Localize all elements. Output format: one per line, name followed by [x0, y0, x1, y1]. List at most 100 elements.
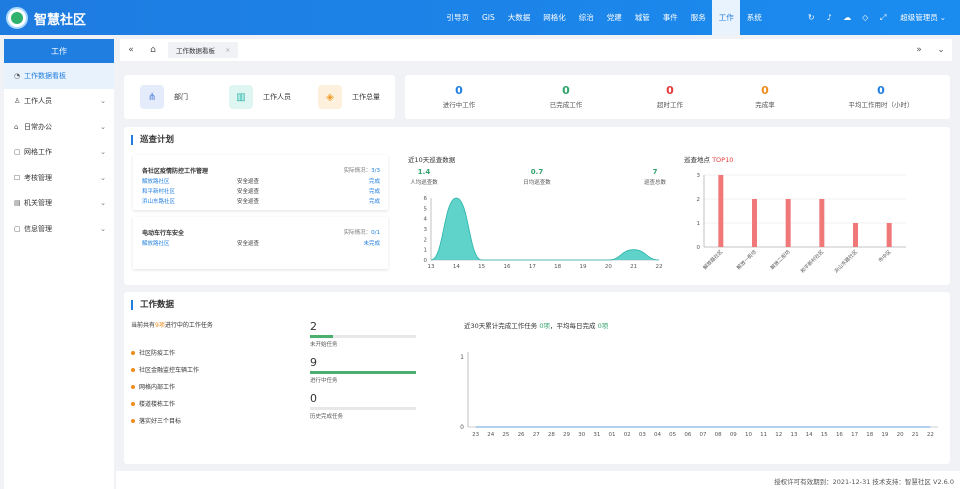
close-icon[interactable]: ×: [225, 46, 230, 54]
patrol-place-link[interactable]: 解放路社区: [142, 239, 170, 247]
footer-text: 授权许可有效期到：2021-12-31 技术支持：智慧社区 V2.6.0: [774, 478, 954, 486]
fullscreen-icon[interactable]: ⤢: [874, 0, 892, 35]
nav-item[interactable]: 事件: [656, 0, 684, 35]
bar[interactable]: [718, 175, 724, 247]
nav-item[interactable]: 系统: [740, 0, 768, 35]
patrol-actual: 实际情况：0/1: [343, 230, 380, 236]
y-tick-label: 6: [424, 196, 428, 202]
sidebar-item-label: 信息管理: [24, 224, 52, 233]
nav-item[interactable]: 工作: [712, 0, 741, 35]
sidebar-item-label: 机关管理: [24, 199, 52, 208]
top10-title: 巡查地点 TOP10: [684, 156, 734, 164]
nav-item[interactable]: 服务: [684, 0, 712, 35]
progress-fill: [310, 335, 334, 338]
thirty-day-title: 近30天累计完成工作任务 0项，平均每日完成 0项: [464, 322, 609, 330]
chevron-down-icon[interactable]: ⌄: [930, 39, 952, 61]
task-list-item[interactable]: 落实好三个目标: [131, 416, 181, 425]
sidebar-item[interactable]: ♙ 工作人员 ⌄: [4, 89, 114, 115]
tab-dashboard[interactable]: 工作数据看板 ×: [168, 42, 239, 58]
patrol-plan-section: 巡查计划 各社区疫情防控工作管理 实际情况：3/3 解放路社区 安全巡查 完成 和平新村社…: [124, 127, 950, 285]
nav-item[interactable]: 城管: [628, 0, 656, 35]
sidebar-item-label: 考核管理: [24, 173, 52, 182]
patrol-group-card: 各社区疫情防控工作管理 实际情况：3/3 解放路社区 安全巡查 完成 和平新村社区 安全巡查…: [133, 155, 388, 210]
bar[interactable]: [752, 199, 757, 247]
user-menu[interactable]: ↻ ♪ ☁ ◇ ⤢ 超级管理员 ⌄: [802, 0, 946, 35]
home-tab-icon[interactable]: ⌂: [142, 39, 164, 61]
logo[interactable]: 智慧社区: [6, 7, 86, 29]
bar[interactable]: [853, 223, 858, 247]
sidebar-item[interactable]: ⌂ 日常办公 ⌄: [4, 114, 114, 140]
skin-icon[interactable]: ☁: [838, 0, 856, 35]
task-list-item[interactable]: 楼道楼栋工作: [131, 399, 175, 408]
recent-stat-label: 巡查总数: [643, 180, 666, 186]
x-tick-label: 06: [684, 432, 691, 438]
x-tick-label: 31: [593, 432, 600, 438]
task-list-item[interactable]: 社区金融监控车辆工作: [131, 365, 199, 374]
progress-bar: [310, 407, 416, 410]
footer: 授权许可有效期到：2021-12-31 技术支持：智慧社区 V2.6.0: [116, 471, 960, 489]
patrol-type: 安全巡查: [237, 179, 260, 185]
sidebar-item[interactable]: ▢ 信息管理 ⌄: [4, 216, 114, 242]
nav-item[interactable]: 大数据: [501, 0, 537, 35]
recent-stat-value: 7: [652, 168, 658, 176]
x-tick-label: 21: [630, 264, 637, 270]
bar[interactable]: [886, 223, 892, 247]
bullet-icon: [131, 384, 135, 389]
task-list-item[interactable]: 社区防疫工作: [131, 348, 175, 357]
chevron-down-icon: ⌄: [939, 13, 946, 22]
patrol-status: 完成: [368, 199, 380, 205]
scroll-left-icon[interactable]: «: [120, 39, 142, 61]
y-tick-label: 3: [424, 227, 428, 233]
sidebar-item-label: 网格工作: [24, 148, 52, 157]
progress-block: 2 未开始任务: [310, 320, 416, 348]
top10-chart: 0 1 2 3 解放路社区 解放一街坊 解放二街坊 和平新村社区 浜山东路社区 市中区: [697, 173, 906, 275]
sidebar-item[interactable]: ☐ 考核管理 ⌄: [4, 165, 114, 191]
sidebar-item[interactable]: ▢ 网格工作 ⌄: [4, 140, 114, 166]
patrol-type: 安全巡查: [237, 199, 260, 205]
bar[interactable]: [819, 199, 825, 247]
tag-icon[interactable]: ◇: [856, 0, 874, 35]
scroll-right-icon[interactable]: »: [908, 39, 930, 61]
section-title: 工作数据: [131, 300, 174, 310]
kpi-label: 超时工作: [657, 101, 683, 109]
bell-icon[interactable]: ♪: [820, 0, 838, 35]
kpi-label: 完成率: [755, 101, 775, 109]
progress-count: 2: [310, 320, 317, 333]
nav-item[interactable]: 网格化: [537, 0, 573, 35]
sidebar-item-label: 日常办公: [24, 122, 52, 131]
nav-item[interactable]: GIS: [476, 0, 502, 35]
task-list-item[interactable]: 网格内部工作: [131, 382, 175, 391]
sidebar-item[interactable]: ▤ 机关管理 ⌄: [4, 191, 114, 217]
summary-card-left: ⋔ 部门 ▥ 工作人员 ◈ 工作总量: [124, 75, 395, 119]
x-tick-label: 17: [851, 432, 858, 438]
summary-label: 部门: [174, 93, 188, 101]
x-tick-label: 23: [472, 432, 479, 438]
patrol-place-link[interactable]: 和平新村社区: [142, 187, 175, 195]
recent-stat-value: 1.4: [417, 168, 431, 176]
nav-item[interactable]: 综治: [572, 0, 600, 35]
chevron-down-icon: ⌄: [100, 97, 106, 106]
patrol-place-link[interactable]: 浜山东路社区: [142, 197, 175, 205]
patrol-status: 完成: [368, 179, 380, 185]
patrol-group-name: 电动车行车安全: [142, 230, 185, 237]
progress-fill: [310, 371, 416, 374]
nav-item[interactable]: 党建: [600, 0, 628, 35]
x-tick-label: 市中区: [877, 248, 893, 264]
progress-count: 9: [310, 356, 317, 369]
patrol-place-link[interactable]: 解放路社区: [142, 177, 170, 185]
user-name[interactable]: 超级管理员: [900, 12, 938, 23]
task-name: 社区金融监控车辆工作: [139, 367, 200, 374]
patrol-group-card: 电动车行车安全 实际情况：0/1 解放路社区 安全巡查 未完成: [133, 217, 388, 269]
x-tick-label: 22: [927, 432, 934, 438]
sidebar-item[interactable]: ◔ 工作数据看板: [4, 63, 114, 89]
patrol-type: 安全巡查: [237, 189, 260, 195]
chevron-down-icon: ⌄: [100, 122, 106, 131]
kpi-value: 0: [877, 84, 885, 97]
patrol-actual: 实际情况：3/3: [343, 168, 380, 174]
section-title: 巡查计划: [131, 135, 174, 145]
nav-item[interactable]: 引导页: [440, 0, 476, 35]
refresh-icon[interactable]: ↻: [802, 0, 820, 35]
x-tick-label: 04: [654, 432, 661, 438]
bar[interactable]: [785, 199, 791, 247]
x-tick-label: 13: [790, 432, 797, 438]
